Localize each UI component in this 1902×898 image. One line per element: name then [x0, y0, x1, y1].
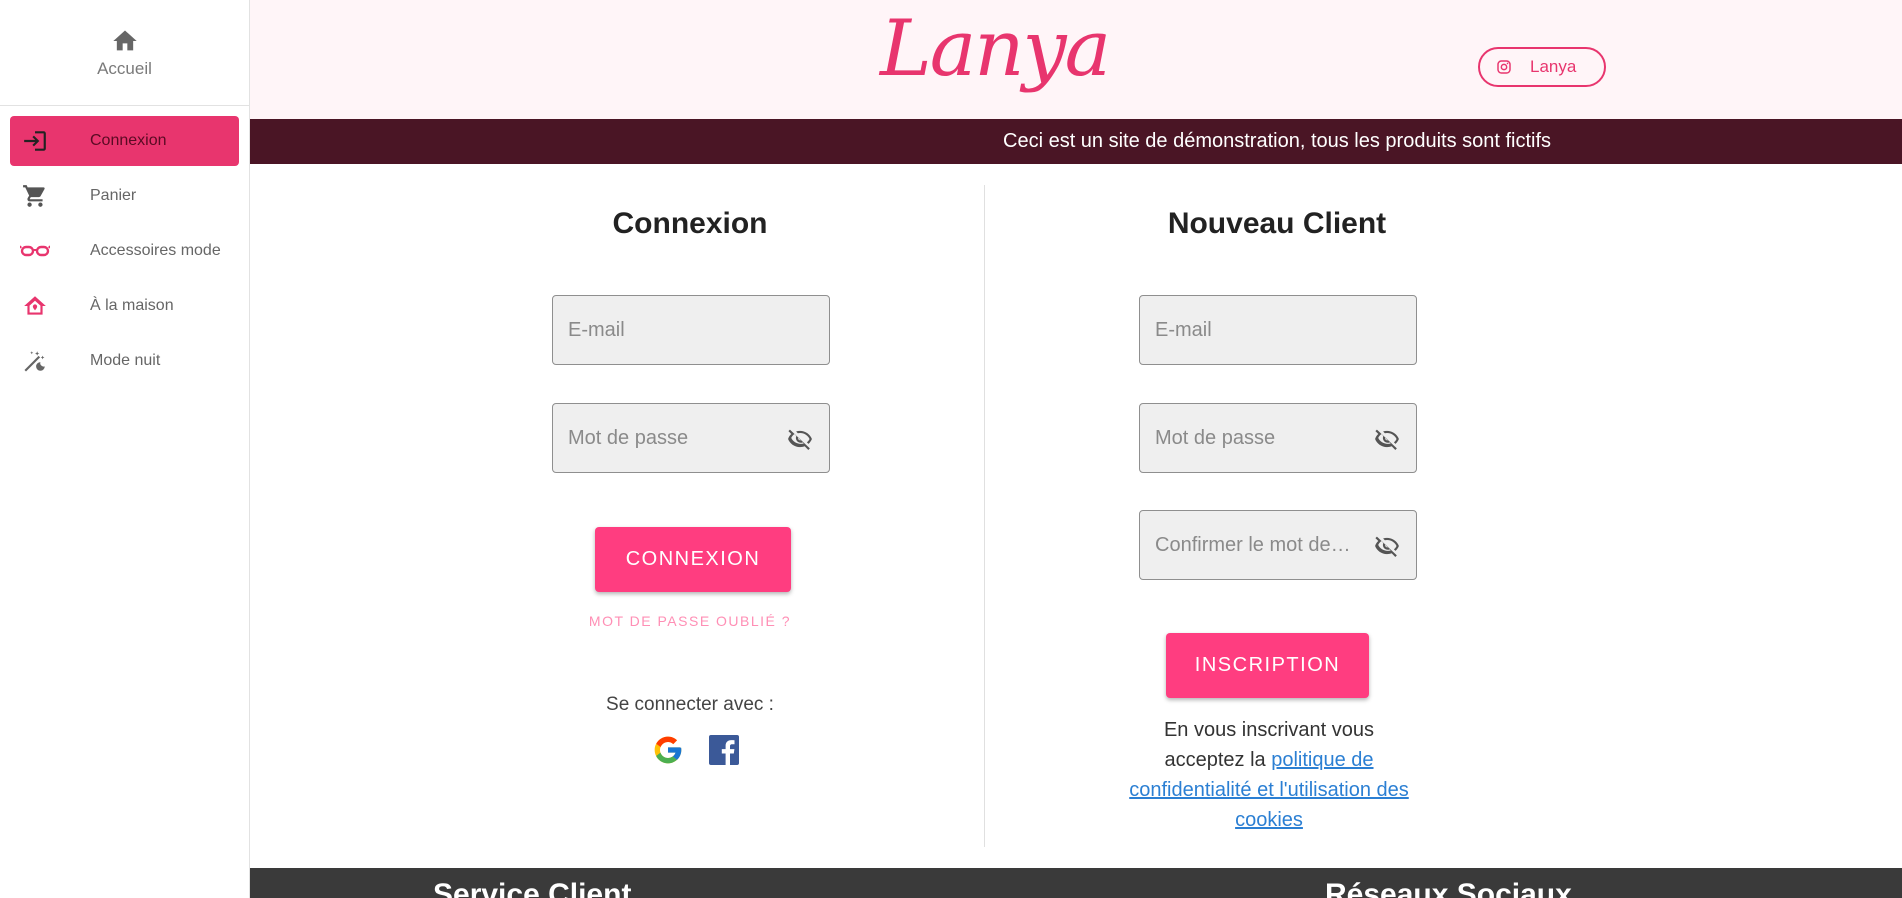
- register-title: Nouveau Client: [1167, 207, 1387, 240]
- site-footer: Service Client Réseaux Sociaux: [250, 868, 1902, 898]
- sidebar-item-label: Mode nuit: [90, 352, 161, 369]
- login-submit-button[interactable]: CONNEXION: [595, 527, 791, 592]
- sidebar-item-connexion[interactable]: Connexion: [10, 116, 239, 166]
- night-mode-icon: [20, 346, 50, 376]
- sidebar-item-label: Panier: [90, 187, 137, 204]
- footer-heading-reseaux-sociaux: Réseaux Sociaux: [1325, 878, 1572, 898]
- register-email-field[interactable]: E-mail: [1139, 295, 1417, 365]
- login-title: Connexion: [612, 207, 768, 240]
- login-email-placeholder: E-mail: [568, 318, 625, 341]
- register-submit-button[interactable]: INSCRIPTION: [1166, 633, 1369, 698]
- home-icon: [112, 30, 137, 50]
- sidebar-nav: Connexion Panier Accessoires mode À la m…: [0, 106, 249, 386]
- eye-off-icon[interactable]: [785, 426, 815, 452]
- sidebar-item-label: Connexion: [90, 132, 167, 149]
- footer-heading-service-client: Service Client: [433, 878, 632, 898]
- register-password-field[interactable]: Mot de passe: [1139, 403, 1417, 473]
- terms-text: En vous inscrivant vous acceptez la poli…: [1124, 715, 1414, 835]
- sidebar-item-mode-nuit[interactable]: Mode nuit: [10, 336, 239, 386]
- sidebar-item-label: À la maison: [90, 297, 174, 314]
- sidebar-item-accessoires[interactable]: Accessoires mode: [10, 226, 239, 276]
- google-icon[interactable]: [651, 733, 685, 767]
- connect-with-label: Se connecter avec :: [606, 694, 774, 715]
- glasses-icon: [20, 236, 50, 266]
- sidebar-item-label: Accessoires mode: [90, 242, 221, 259]
- login-section: Connexion E-mail Mot de passe CONNEXION …: [397, 185, 983, 765]
- column-divider: [984, 185, 985, 847]
- facebook-icon[interactable]: [707, 733, 741, 767]
- register-email-placeholder: E-mail: [1155, 318, 1212, 341]
- instagram-icon: [1497, 60, 1511, 74]
- eye-off-icon[interactable]: [1372, 533, 1402, 559]
- eye-off-icon[interactable]: [1372, 426, 1402, 452]
- instagram-label: Lanya: [1530, 57, 1577, 76]
- login-password-field[interactable]: Mot de passe: [552, 403, 830, 473]
- site-logo[interactable]: Lanya: [880, 4, 1111, 94]
- sidebar: Accueil Connexion Panier Accessoires mod…: [0, 0, 250, 898]
- home-label: Accueil: [97, 58, 152, 78]
- cart-icon: [20, 181, 50, 211]
- demo-banner: Ceci est un site de démonstration, tous …: [250, 119, 1902, 164]
- site-header: Lanya Lanya: [250, 0, 1902, 119]
- instagram-button[interactable]: Lanya: [1478, 47, 1606, 87]
- register-section: Nouveau Client E-mail Mot de passe Confi…: [984, 185, 1570, 831]
- forgot-password-link[interactable]: MOT DE PASSE OUBLIÉ ?: [397, 613, 983, 629]
- login-icon: [20, 126, 50, 156]
- sidebar-item-panier[interactable]: Panier: [10, 171, 239, 221]
- home-link[interactable]: Accueil: [0, 0, 249, 106]
- social-login: [651, 733, 741, 767]
- register-confirm-field[interactable]: Confirmer le mot de…: [1139, 510, 1417, 580]
- house-icon: [20, 291, 50, 321]
- login-email-field[interactable]: E-mail: [552, 295, 830, 365]
- sidebar-item-maison[interactable]: À la maison: [10, 281, 239, 331]
